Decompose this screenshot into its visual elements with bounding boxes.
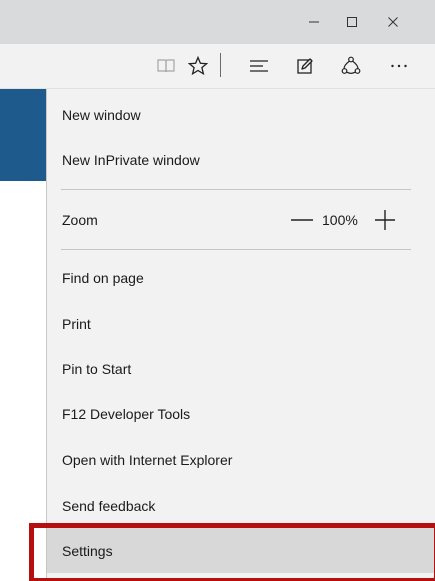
minus-icon [291, 218, 313, 222]
maximize-button[interactable] [330, 0, 374, 44]
minimize-icon [308, 16, 320, 28]
menu-item-zoom: Zoom 100% [47, 197, 435, 242]
close-button[interactable] [371, 0, 415, 44]
menu-item-label: New window [62, 106, 141, 123]
menu-item-print[interactable]: Print [47, 301, 435, 346]
more-actions-button[interactable] [381, 44, 417, 88]
menu-item-open-with-ie[interactable]: Open with Internet Explorer [47, 437, 435, 482]
zoom-in-button[interactable] [370, 197, 400, 242]
toolbar [0, 44, 435, 89]
share-icon [341, 56, 361, 76]
menu-item-label: Open with Internet Explorer [62, 451, 233, 468]
more-actions-icon [390, 63, 408, 69]
menu-item-settings[interactable]: Settings [47, 528, 435, 573]
web-note-button[interactable] [287, 44, 323, 88]
zoom-out-button[interactable] [287, 197, 317, 242]
close-icon [387, 16, 399, 28]
share-button[interactable] [333, 44, 369, 88]
menu-item-label: F12 Developer Tools [62, 405, 191, 422]
favorite-star-icon [188, 56, 208, 76]
web-note-icon [296, 57, 314, 75]
menu-item-developer-tools[interactable]: F12 Developer Tools [47, 391, 435, 436]
hub-icon [249, 58, 269, 74]
maximize-icon [346, 16, 358, 28]
menu-item-label: Settings [62, 542, 113, 559]
menu-divider [61, 189, 411, 190]
menu-item-new-inprivate-window[interactable]: New InPrivate window [47, 137, 435, 182]
reading-view-icon [157, 58, 175, 74]
menu-item-label: Pin to Start [62, 360, 132, 377]
toolbar-divider [220, 53, 221, 77]
hub-button[interactable] [241, 44, 277, 88]
more-actions-menu: New window New InPrivate window Zoom 100… [46, 89, 435, 581]
menu-divider [61, 249, 411, 250]
zoom-value: 100% [322, 211, 358, 228]
page-header-band [0, 89, 50, 181]
zoom-label: Zoom [62, 211, 98, 228]
menu-item-label: Print [62, 315, 91, 332]
menu-item-new-window[interactable]: New window [47, 92, 435, 137]
menu-item-pin-to-start[interactable]: Pin to Start [47, 346, 435, 391]
menu-item-label: Send feedback [62, 497, 156, 514]
reading-view-button[interactable] [148, 44, 184, 88]
add-favorite-button[interactable] [180, 44, 216, 88]
menu-item-send-feedback[interactable]: Send feedback [47, 483, 435, 528]
plus-icon [375, 209, 395, 230]
browser-window: New window New InPrivate window Zoom 100… [0, 0, 435, 581]
title-bar [0, 0, 435, 44]
menu-item-label: New InPrivate window [62, 151, 200, 168]
menu-item-find-on-page[interactable]: Find on page [47, 255, 435, 300]
menu-item-label: Find on page [62, 269, 144, 286]
